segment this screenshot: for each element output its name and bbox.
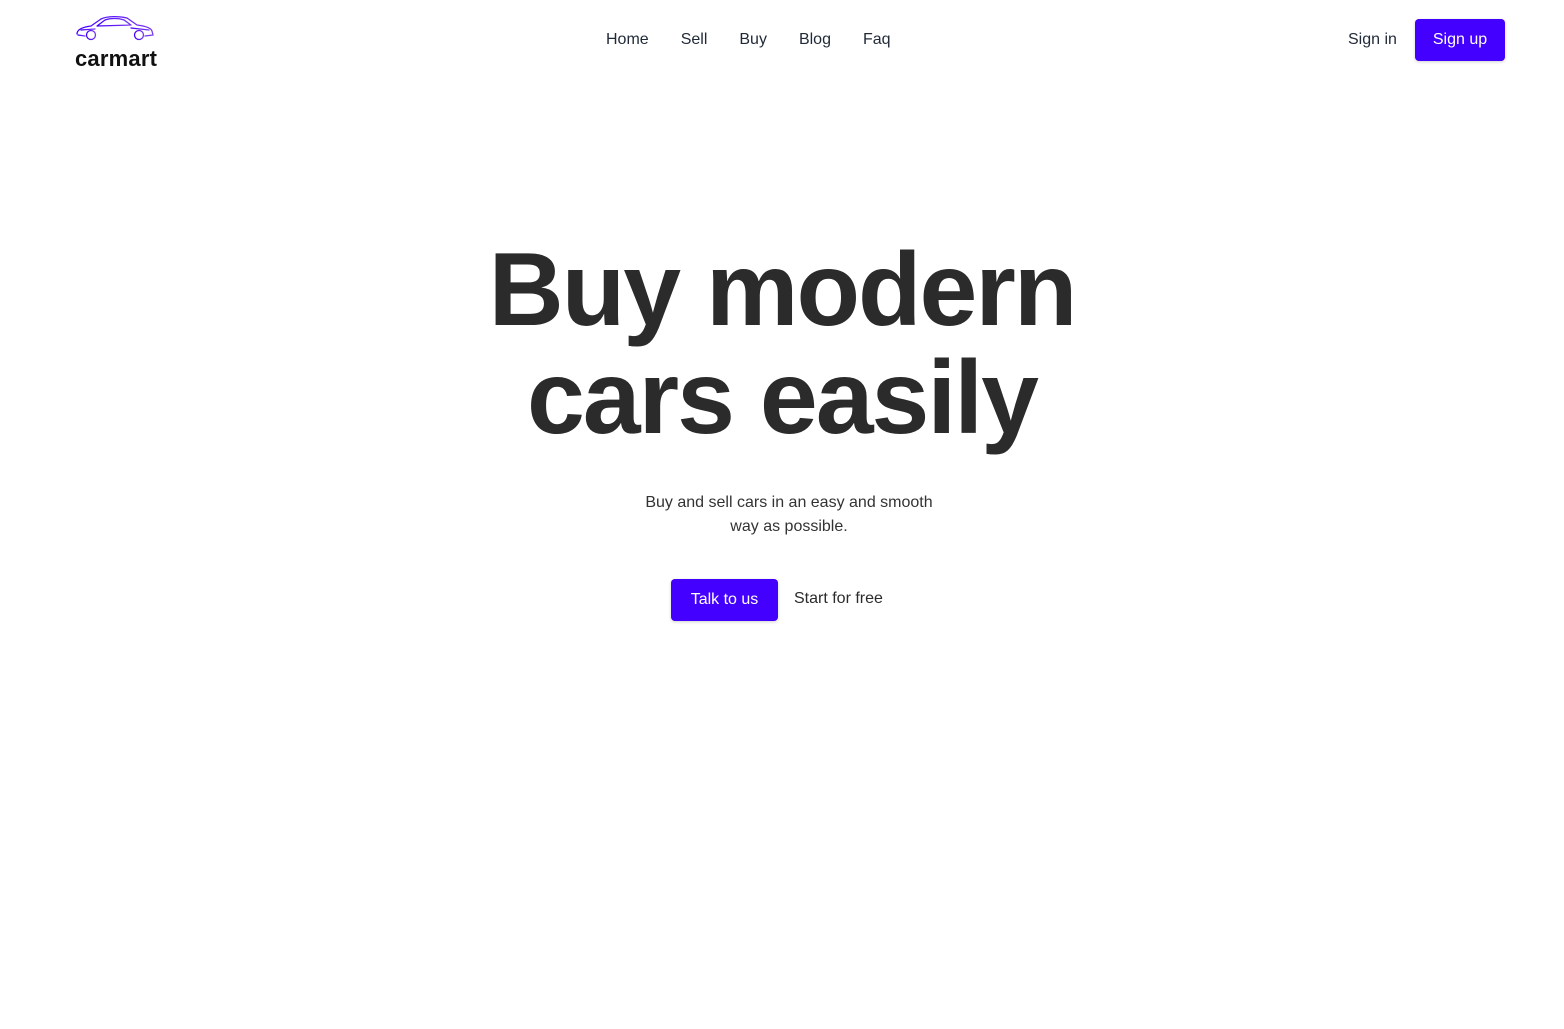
nav-item-faq[interactable]: Faq	[847, 29, 907, 53]
hero-title-line: cars easily	[526, 340, 1039, 456]
hero-subtitle-line: way as possible.	[730, 518, 848, 535]
hero-subtitle: Buy and sell cars in an easy and smooth …	[582, 491, 996, 539]
brand-name: carmart	[75, 46, 158, 71]
hero-subtitle-line: Buy and sell cars in an easy and smooth	[645, 494, 933, 511]
main-nav: Home Sell Buy Blog Faq	[590, 29, 907, 53]
hero-title-line: Buy modern	[488, 232, 1078, 348]
landing-page: carmart Home Sell Buy Blog Faq Sign in S…	[0, 0, 1564, 1029]
nav-item-buy[interactable]: Buy	[723, 29, 783, 53]
nav-item-home[interactable]: Home	[590, 29, 665, 53]
nav-item-sell[interactable]: Sell	[665, 29, 724, 53]
site-header: carmart Home Sell Buy Blog Faq Sign in S…	[0, 0, 1564, 84]
sign-in-link[interactable]: Sign in	[1340, 29, 1405, 51]
nav-item-blog[interactable]: Blog	[783, 29, 847, 53]
start-for-free-link[interactable]: Start for free	[786, 588, 891, 610]
hero-title: Buy modern cars easily	[382, 236, 1182, 452]
car-outline-icon	[76, 15, 154, 41]
sign-up-button[interactable]: Sign up	[1415, 19, 1505, 61]
talk-to-us-button[interactable]: Talk to us	[671, 579, 778, 621]
brand-logo-link[interactable]: carmart	[75, 14, 175, 72]
